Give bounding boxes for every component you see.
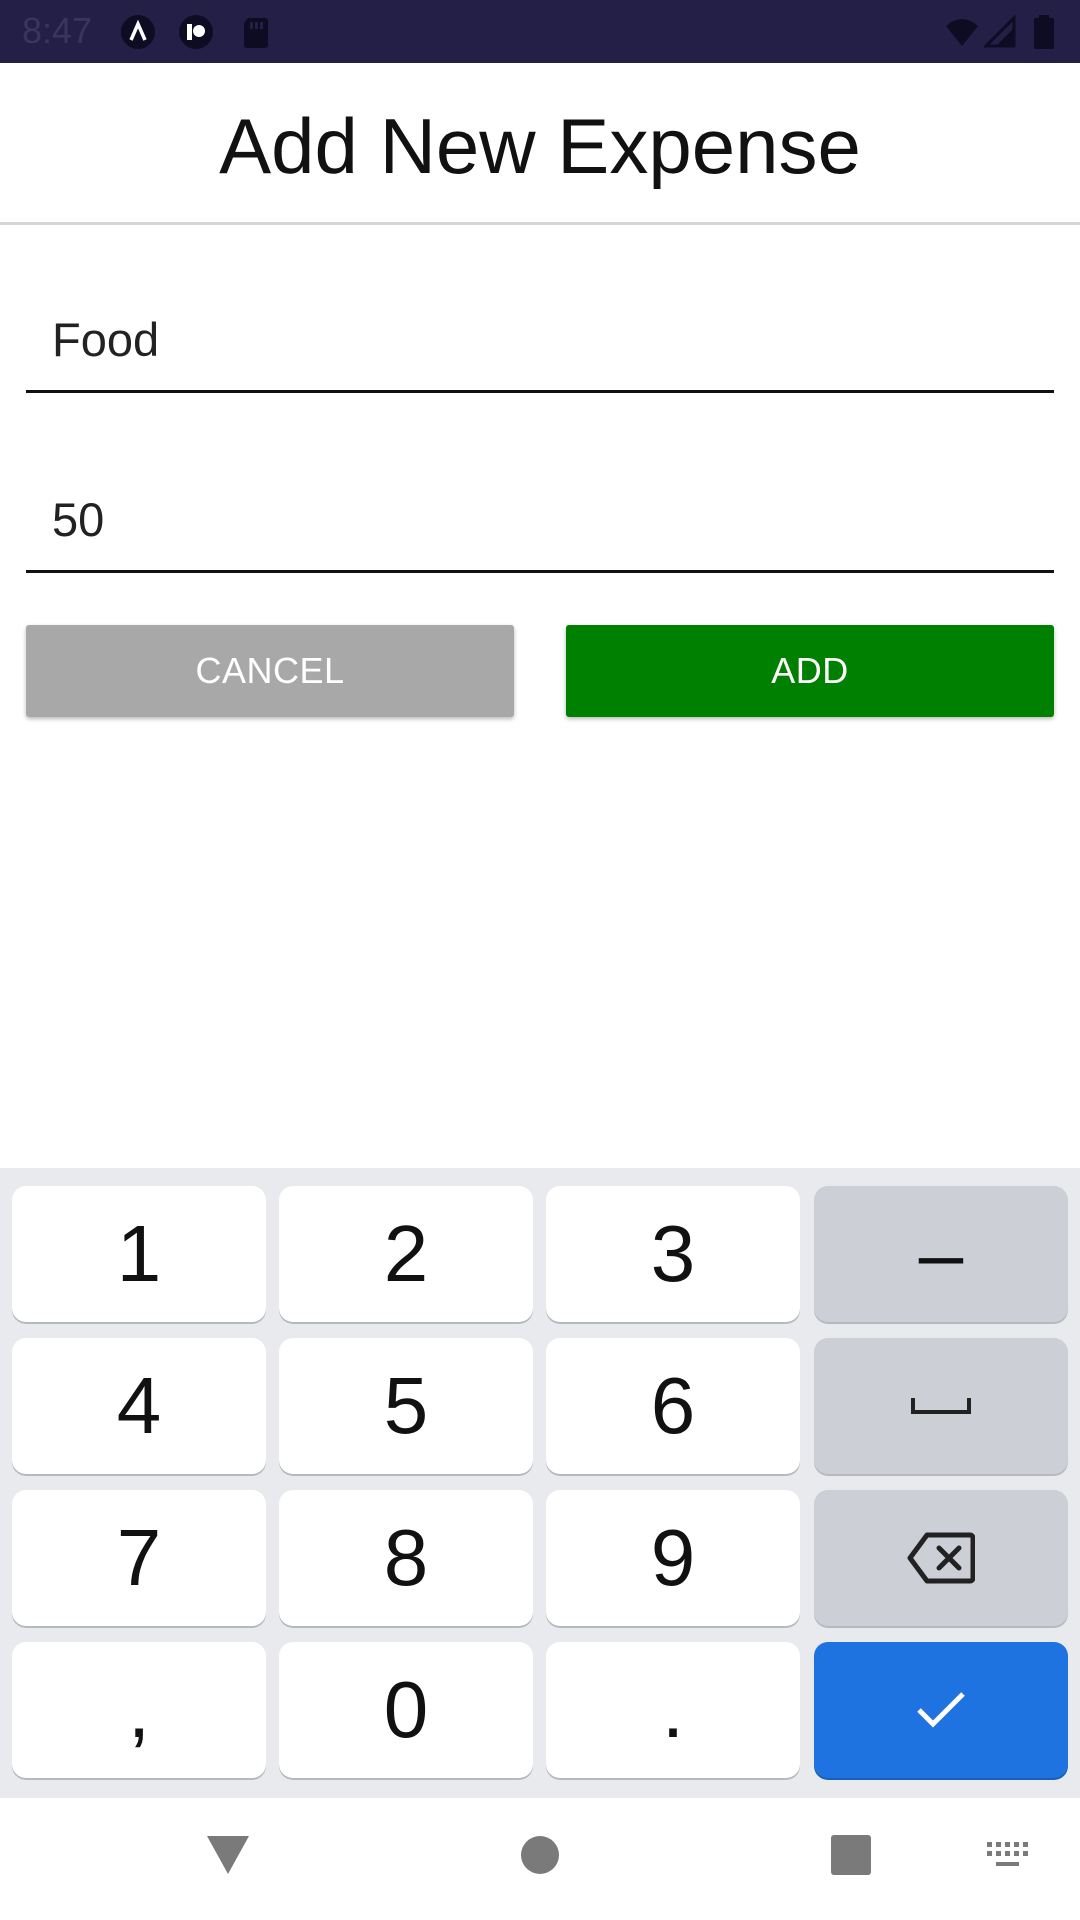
battery-icon <box>1032 14 1056 50</box>
recents-icon[interactable] <box>831 1835 871 1875</box>
key-period[interactable]: . <box>546 1642 800 1778</box>
wifi-icon <box>944 14 980 50</box>
key-enter[interactable] <box>814 1642 1068 1778</box>
key-minus[interactable]: – <box>814 1186 1068 1322</box>
status-time: 8:47 <box>22 10 93 51</box>
key-9[interactable]: 9 <box>546 1490 800 1626</box>
cancel-button[interactable]: CANCEL <box>26 625 514 717</box>
sd-card-icon <box>238 14 274 50</box>
amount-value: 50 <box>52 493 105 546</box>
backspace-icon <box>907 1532 975 1584</box>
signal-icon <box>984 14 1020 50</box>
key-comma[interactable]: , <box>12 1642 266 1778</box>
amount-field[interactable]: 50 <box>26 480 1054 573</box>
key-4[interactable]: 4 <box>12 1338 266 1474</box>
page-title: Add New Expense <box>219 102 861 190</box>
home-icon[interactable] <box>521 1836 559 1874</box>
space-bar-icon <box>911 1398 971 1414</box>
key-0[interactable]: 0 <box>279 1642 533 1778</box>
assistant-icon <box>178 14 214 50</box>
a-badge-icon <box>120 14 156 50</box>
key-5[interactable]: 5 <box>279 1338 533 1474</box>
numeric-keyboard: 1 2 3 – 4 5 6 7 8 9 , 0 . <box>0 1168 1080 1798</box>
key-6[interactable]: 6 <box>546 1338 800 1474</box>
category-value: Food <box>52 313 160 366</box>
key-7[interactable]: 7 <box>12 1490 266 1626</box>
key-1[interactable]: 1 <box>12 1186 266 1322</box>
add-button[interactable]: ADD <box>566 625 1054 717</box>
app-header: Add New Expense <box>0 63 1080 225</box>
navigation-bar <box>0 1798 1080 1920</box>
key-8[interactable]: 8 <box>279 1490 533 1626</box>
category-field[interactable]: Food <box>26 300 1054 393</box>
status-bar: 8:47 <box>0 0 1080 63</box>
keyboard-switch-icon[interactable] <box>987 1842 1029 1870</box>
key-backspace[interactable] <box>814 1490 1068 1626</box>
back-icon[interactable] <box>205 1834 251 1876</box>
key-2[interactable]: 2 <box>279 1186 533 1322</box>
checkmark-icon <box>917 1692 965 1728</box>
key-3[interactable]: 3 <box>546 1186 800 1322</box>
key-space[interactable] <box>814 1338 1068 1474</box>
